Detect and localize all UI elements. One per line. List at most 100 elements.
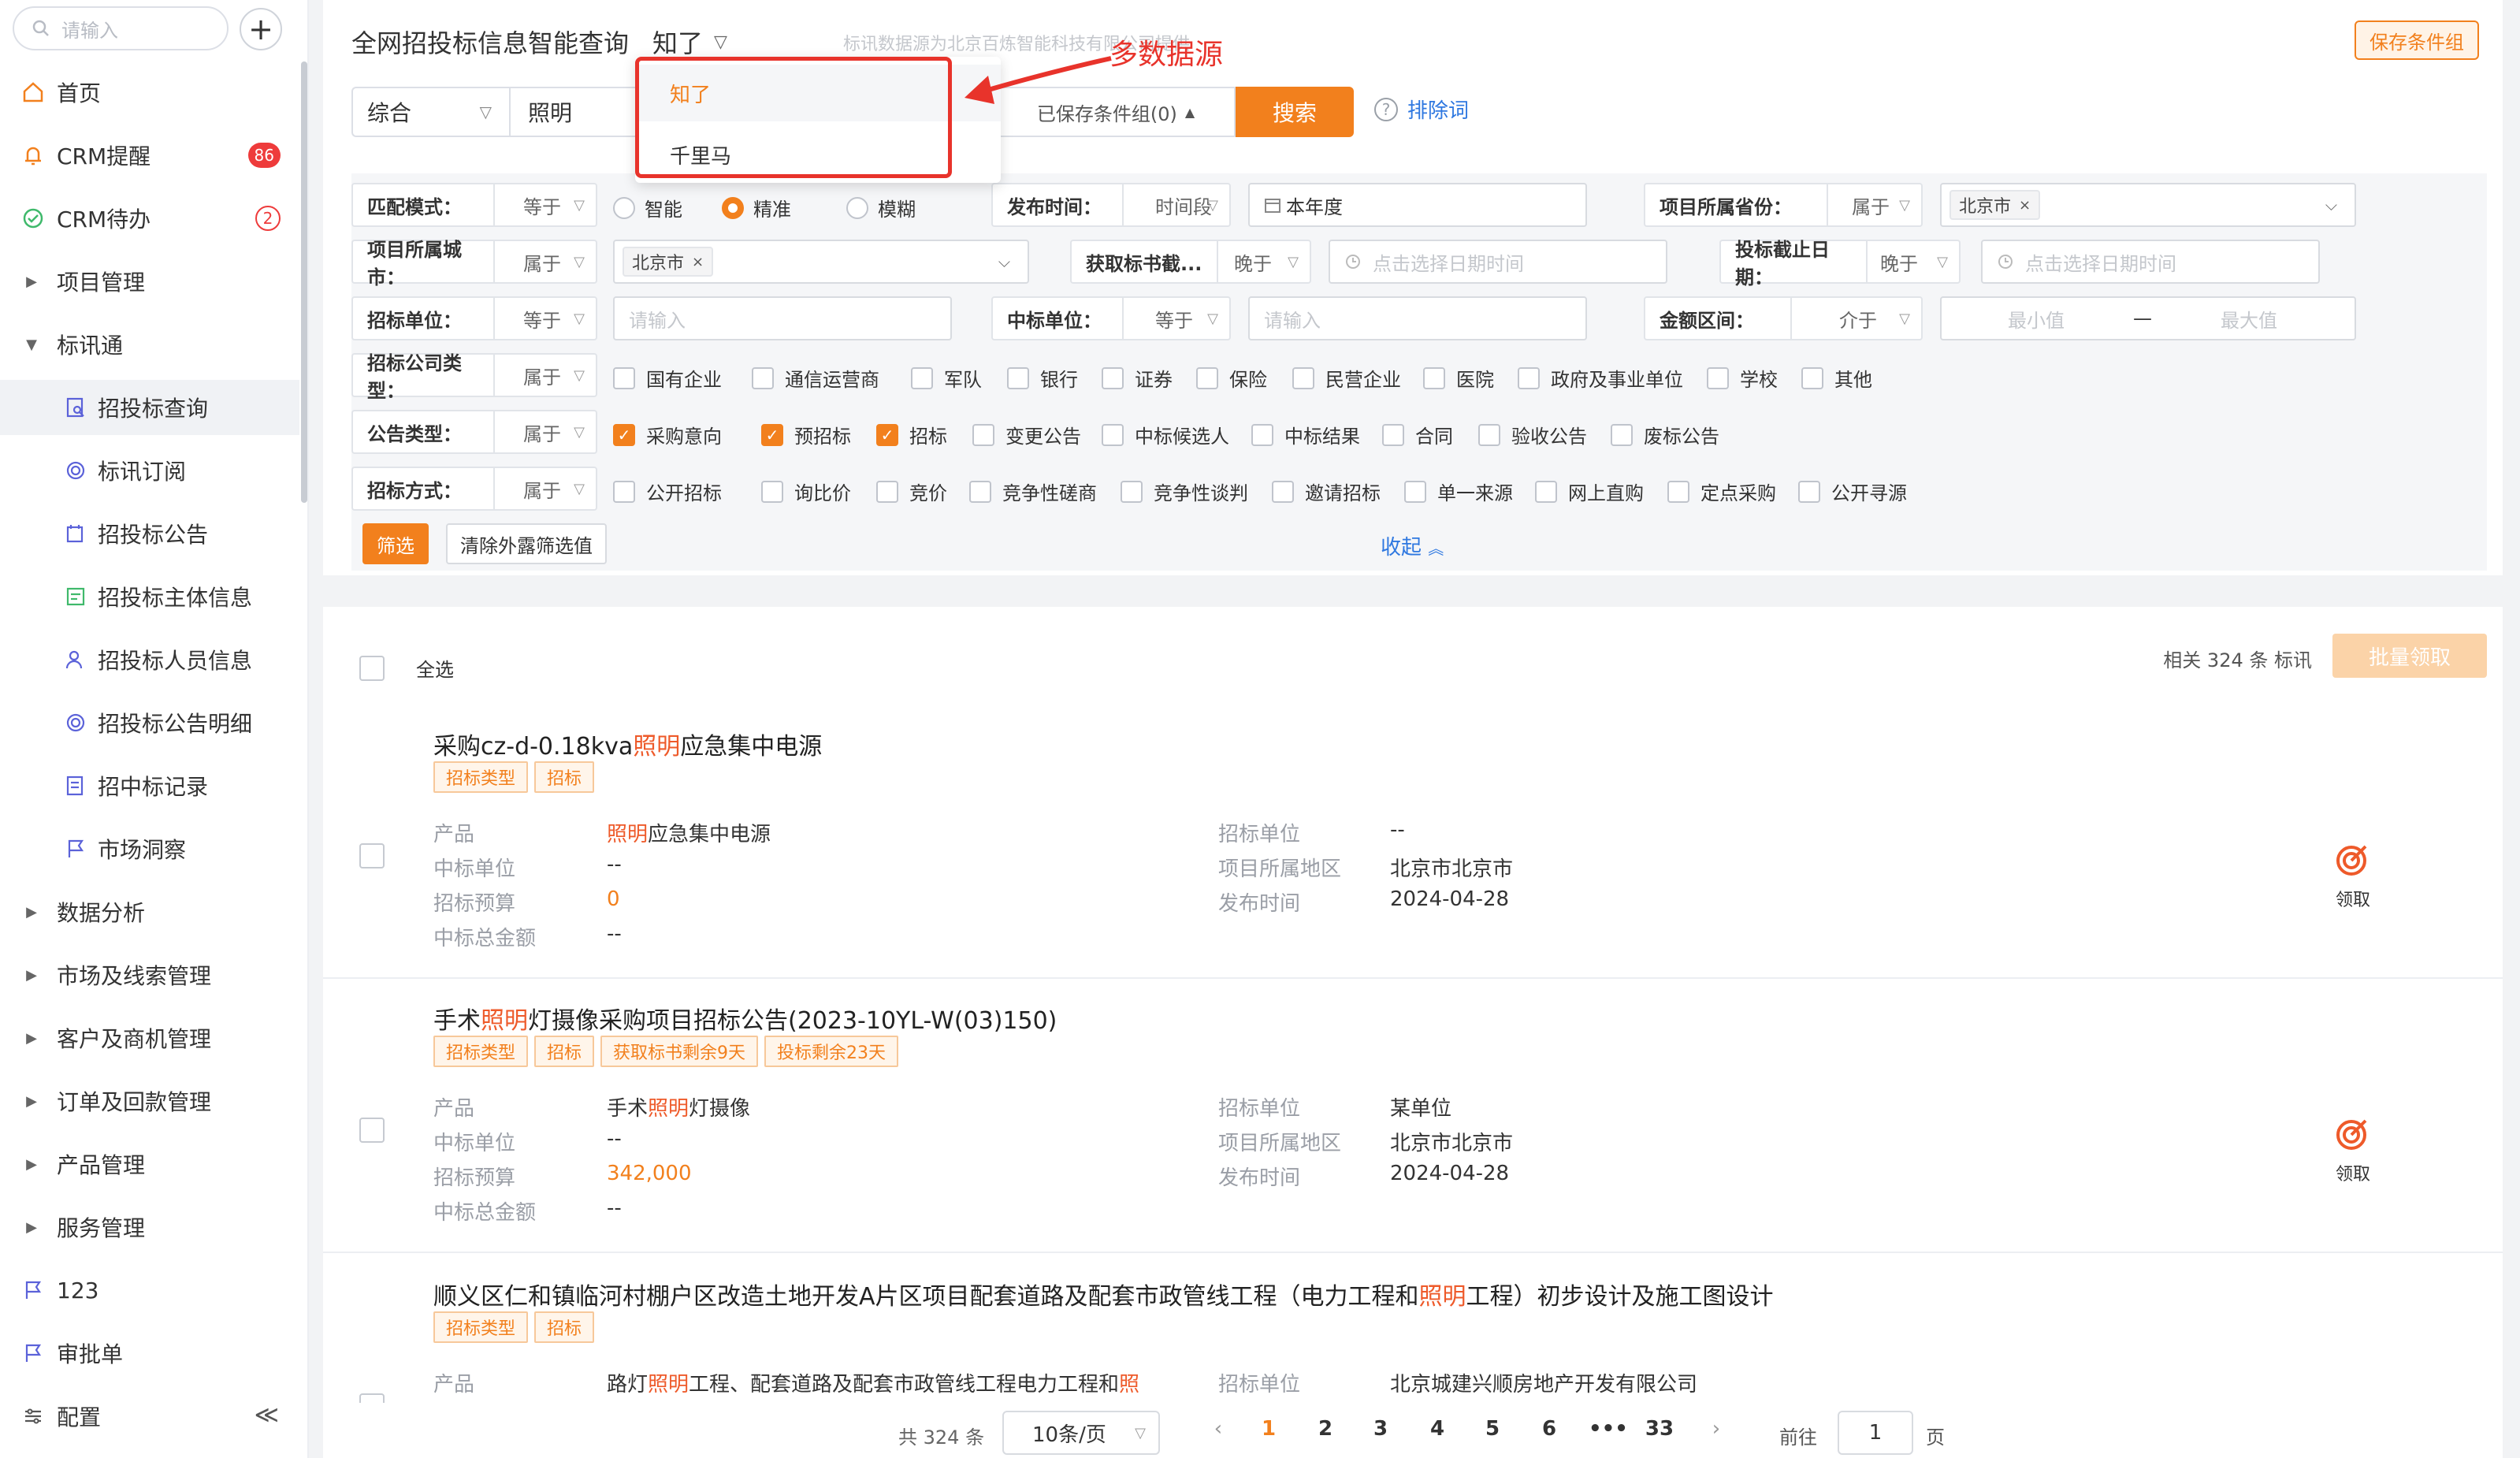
radio-smart[interactable]: 智能 xyxy=(613,194,682,221)
sidebar-item-services[interactable]: ▶ 服务管理 xyxy=(0,1200,299,1255)
close-icon[interactable]: × xyxy=(692,254,704,270)
sidebar-item-entity[interactable]: 招投标主体信息 xyxy=(0,569,299,624)
checkbox-company-type-insurance[interactable]: 保险 xyxy=(1196,364,1267,392)
sidebar-item-subscribe[interactable]: 标讯订阅 xyxy=(0,443,299,498)
sidebar-item-data-analysis[interactable]: ▶ 数据分析 xyxy=(0,884,299,939)
sidebar-item-person[interactable]: 招投标人员信息 xyxy=(0,632,299,687)
claim-button[interactable]: 领取 xyxy=(2321,1114,2384,1185)
checkbox-notice-result[interactable]: 中标结果 xyxy=(1251,421,1360,448)
checkbox-notice-change[interactable]: 变更公告 xyxy=(972,421,1081,448)
checkbox-company-type-telecom[interactable]: 通信运营商 xyxy=(752,364,879,392)
checkbox-method-negotiate[interactable]: 竞争性谈判 xyxy=(1121,478,1248,505)
winner-input[interactable]: 请输入 xyxy=(1248,296,1587,340)
checkbox-company-type-securities[interactable]: 证券 xyxy=(1102,364,1173,392)
company-type-op-select[interactable]: 属于 ▽ xyxy=(493,353,597,397)
amount-range-input[interactable]: 最小值 — 最大值 xyxy=(1940,296,2356,340)
checkbox-company-type-state[interactable]: 国有企业 xyxy=(613,364,722,392)
sidebar-item-market-insight[interactable]: 市场洞察 xyxy=(0,821,299,876)
apply-filter-button[interactable]: 筛选 xyxy=(362,523,429,564)
sidebar-item-crm-reminder[interactable]: CRM提醒 86 xyxy=(0,128,299,183)
result-title[interactable]: 采购cz-d-0.18kva照明应急集中电源 xyxy=(433,727,822,761)
page-button[interactable]: 3 xyxy=(1365,1417,1396,1441)
method-op-select[interactable]: 属于 ▽ xyxy=(493,467,597,511)
page-ellipsis[interactable]: ••• xyxy=(1589,1417,1628,1441)
checkbox-method-designated[interactable]: 定点采购 xyxy=(1667,478,1776,505)
goto-page-input[interactable]: 1 xyxy=(1838,1411,1913,1455)
page-button[interactable]: 4 xyxy=(1422,1417,1453,1441)
doc-deadline-op-select[interactable]: 晚于 ▽ xyxy=(1217,240,1311,284)
collapse-sidebar-icon[interactable]: ≪ xyxy=(255,1401,279,1429)
claim-button[interactable]: 领取 xyxy=(2321,840,2384,911)
checkbox-notice-abandoned[interactable]: 废标公告 xyxy=(1611,421,1719,448)
sidebar-item-detail[interactable]: 招投标公告明细 xyxy=(0,695,299,750)
publish-time-op-select[interactable]: 时间段 ▽ xyxy=(1122,183,1231,227)
next-page-button[interactable]: › xyxy=(1700,1417,1732,1441)
sidebar-item-record[interactable]: 招中标记录 xyxy=(0,758,299,813)
radio-exact[interactable]: 精准 xyxy=(722,194,791,221)
checkbox-notice-tender[interactable]: ✓ 招标 xyxy=(876,421,947,448)
page-size-select[interactable]: 10条/页 ▽ xyxy=(1002,1411,1160,1455)
checkbox-method-online[interactable]: 网上直购 xyxy=(1535,478,1644,505)
city-select[interactable]: 北京市 × ⌵ xyxy=(613,240,1029,284)
checkbox-method-single-source[interactable]: 单一来源 xyxy=(1404,478,1513,505)
province-op-select[interactable]: 属于 ▽ xyxy=(1827,183,1923,227)
doc-deadline-input[interactable]: 点击选择日期时间 xyxy=(1329,240,1667,284)
checkbox-method-inquiry[interactable]: 询比价 xyxy=(761,478,851,505)
add-button[interactable]: + xyxy=(240,8,282,50)
batch-claim-button[interactable]: 批量领取 xyxy=(2332,634,2487,678)
sidebar-item-bid-query[interactable]: 招投标查询 xyxy=(0,380,299,435)
page-button[interactable]: 6 xyxy=(1533,1417,1565,1441)
publish-time-input[interactable]: 本年度 xyxy=(1248,183,1587,227)
checkbox-notice-intent[interactable]: ✓ 采购意向 xyxy=(613,421,722,448)
city-op-select[interactable]: 属于 ▽ xyxy=(493,240,597,284)
amount-max-input[interactable]: 最大值 xyxy=(2154,305,2343,333)
prev-page-button[interactable]: ‹ xyxy=(1202,1417,1234,1441)
clear-filter-button[interactable]: 清除外露筛选值 xyxy=(446,523,607,564)
amount-min-input[interactable]: 最小值 xyxy=(1942,305,2131,333)
sidebar-item-approval[interactable]: 审批单 xyxy=(0,1326,299,1381)
result-title[interactable]: 手术照明灯摄像采购项目招标公告(2023-10YL-W(03)150) xyxy=(433,1001,1057,1036)
search-button[interactable]: 搜索 xyxy=(1236,87,1354,137)
result-title[interactable]: 顺义区仁和镇临河村棚户区改造土地开发A片区项目配套道路及配套市政管线工程（电力工… xyxy=(433,1277,1774,1311)
checkbox-company-type-private[interactable]: 民营企业 xyxy=(1292,364,1401,392)
sidebar-scrollbar[interactable] xyxy=(301,61,307,503)
checkbox-method-consult[interactable]: 竞争性磋商 xyxy=(969,478,1097,505)
save-condition-group-button[interactable]: 保存条件组 xyxy=(2355,20,2479,60)
winner-op-select[interactable]: 等于 ▽ xyxy=(1122,296,1231,340)
checkbox-company-type-school[interactable]: 学校 xyxy=(1707,364,1778,392)
sidebar-item-customers[interactable]: ▶ 客户及商机管理 xyxy=(0,1010,299,1066)
checkbox-notice-contract[interactable]: 合同 xyxy=(1382,421,1453,448)
sidebar-item-project[interactable]: ▶ 项目管理 xyxy=(0,254,299,309)
result-checkbox[interactable] xyxy=(359,843,385,868)
checkbox-company-type-bank[interactable]: 银行 xyxy=(1007,364,1078,392)
collapse-filters-link[interactable]: 收起 ︽ xyxy=(1381,531,1444,560)
select-all-checkbox[interactable]: 全选 xyxy=(359,654,454,682)
checkbox-method-open-sourcing[interactable]: 公开寻源 xyxy=(1798,478,1907,505)
sidebar-item-announcement[interactable]: 招投标公告 xyxy=(0,506,299,561)
sidebar-item-bid-info[interactable]: ▼ 标讯通 xyxy=(0,317,299,372)
result-checkbox[interactable] xyxy=(359,1118,385,1143)
notice-type-op-select[interactable]: 属于 ▽ xyxy=(493,410,597,454)
checkbox-company-type-army[interactable]: 军队 xyxy=(911,364,982,392)
checkbox-notice-candidate[interactable]: 中标候选人 xyxy=(1102,421,1229,448)
page-button[interactable]: 33 xyxy=(1644,1417,1675,1441)
radio-fuzzy[interactable]: 模糊 xyxy=(846,194,916,221)
page-button[interactable]: 1 xyxy=(1253,1417,1284,1441)
sidebar-search-input[interactable]: 请输入 xyxy=(13,6,229,50)
checkbox-company-type-hospital[interactable]: 医院 xyxy=(1423,364,1494,392)
search-type-select[interactable]: 综合 ▽ xyxy=(351,87,509,137)
sidebar-item-orders[interactable]: ▶ 订单及回款管理 xyxy=(0,1073,299,1129)
bidder-input[interactable]: 请输入 xyxy=(613,296,952,340)
checkbox-method-open[interactable]: 公开招标 xyxy=(613,478,722,505)
sidebar-item-123[interactable]: 123 xyxy=(0,1263,299,1318)
province-select[interactable]: 北京市 × ⌵ xyxy=(1940,183,2356,227)
page-button[interactable]: 2 xyxy=(1310,1417,1341,1441)
bidder-op-select[interactable]: 等于 ▽ xyxy=(493,296,597,340)
checkbox-notice-acceptance[interactable]: 验收公告 xyxy=(1478,421,1587,448)
sidebar-item-products[interactable]: ▶ 产品管理 xyxy=(0,1136,299,1192)
bid-deadline-op-select[interactable]: 晚于 ▽ xyxy=(1866,240,1961,284)
checkbox-company-type-other[interactable]: 其他 xyxy=(1801,364,1872,392)
amount-op-select[interactable]: 介于 ▽ xyxy=(1790,296,1923,340)
match-mode-op-select[interactable]: 等于 ▽ xyxy=(493,183,597,227)
checkbox-company-type-government[interactable]: 政府及事业单位 xyxy=(1518,364,1683,392)
